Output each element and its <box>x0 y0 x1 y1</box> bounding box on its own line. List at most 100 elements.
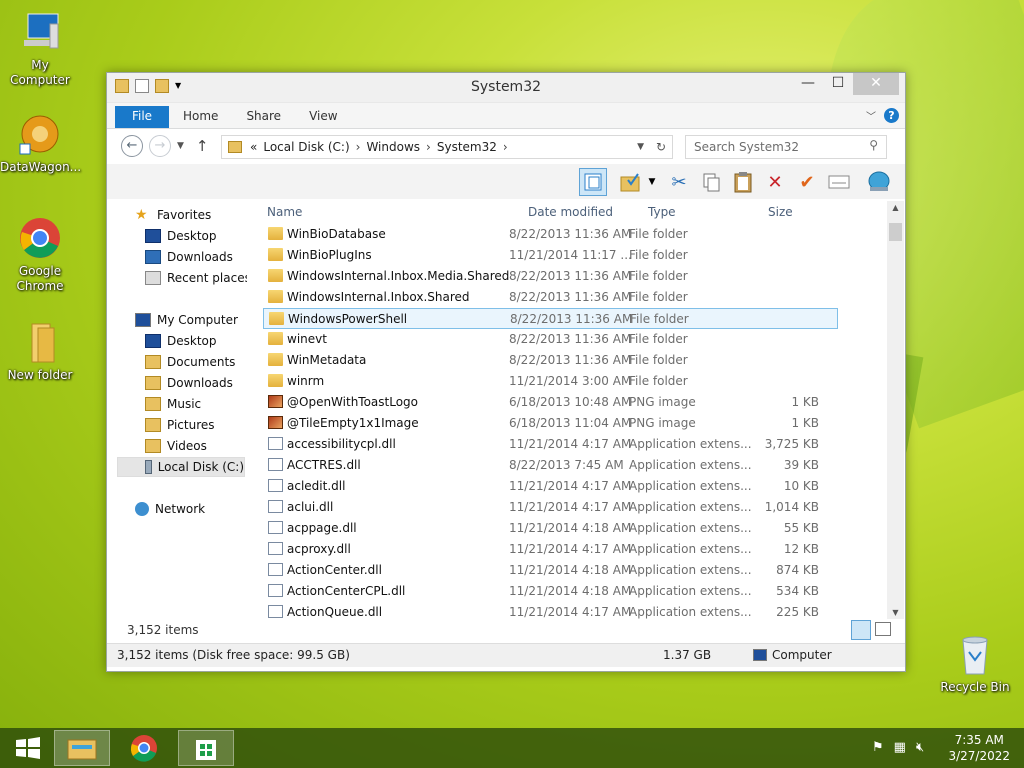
back-button[interactable]: ← <box>121 135 143 157</box>
details-view-button[interactable] <box>851 620 871 640</box>
refresh-icon[interactable]: ↻ <box>656 140 666 154</box>
breadcrumb-windows[interactable]: Windows <box>366 140 420 154</box>
tab-file[interactable]: File <box>115 106 169 128</box>
large-icons-view-button[interactable] <box>875 622 891 636</box>
nav-computer-videos[interactable]: Videos <box>145 436 207 456</box>
taskbar-store[interactable] <box>178 730 234 766</box>
table-row[interactable]: WindowsInternal.Inbox.Media.Shared 8/22/2… <box>263 266 838 287</box>
table-row[interactable]: winrm 11/21/2014 3:00 AM File folder <box>263 371 838 392</box>
address-bar[interactable]: « Local Disk (C:) › Windows › System32 ›… <box>221 135 673 159</box>
nav-computer-documents[interactable]: Documents <box>145 352 235 372</box>
paste-icon[interactable] <box>729 168 757 196</box>
help-icon[interactable]: ? <box>884 108 899 123</box>
vertical-scrollbar[interactable]: ▲ ▼ <box>887 201 904 619</box>
desktop-icon-recycle-bin[interactable]: Recycle Bin <box>935 632 1015 695</box>
table-row[interactable]: ActionCenterCPL.dll 11/21/2014 4:18 AM App… <box>263 581 838 602</box>
nav-computer-downloads[interactable]: Downloads <box>145 373 233 393</box>
nav-favorites-desktop[interactable]: Desktop <box>145 226 217 246</box>
nav-label: Desktop <box>167 334 217 348</box>
network-icon[interactable]: ▦ <box>894 740 906 755</box>
details-bar: 3,152 items (Disk free space: 99.5 GB) 1… <box>107 643 905 667</box>
nav-computer-local-disk[interactable]: Local Disk (C:) <box>117 457 245 477</box>
tab-share[interactable]: Share <box>232 106 295 128</box>
nav-computer-pictures[interactable]: Pictures <box>145 415 215 435</box>
column-header-size[interactable]: Size <box>768 205 793 219</box>
recycle-bin-icon <box>953 632 997 676</box>
table-row[interactable]: ActionQueue.dll 11/21/2014 4:17 AM Applica… <box>263 602 838 619</box>
nav-favorites[interactable]: ★ Favorites <box>135 205 211 225</box>
volume-muted-icon[interactable]: 🔇︎ <box>916 740 924 755</box>
table-row[interactable]: accessibilitycpl.dll 11/21/2014 4:17 AM Ap… <box>263 434 838 455</box>
globe-icon[interactable] <box>865 168 893 196</box>
tab-view[interactable]: View <box>295 106 351 128</box>
image-file-icon <box>268 395 283 408</box>
table-row[interactable]: aclui.dll 11/21/2014 4:17 AM Application e… <box>263 497 838 518</box>
image-file-icon <box>268 416 283 429</box>
action-center-flag-icon[interactable]: ⚑ <box>872 740 884 755</box>
cell-size: 12 KB <box>783 542 819 556</box>
nav-favorites-downloads[interactable]: Downloads <box>145 247 233 267</box>
nav-computer-desktop[interactable]: Desktop <box>145 331 217 351</box>
table-row[interactable]: acproxy.dll 11/21/2014 4:17 AM Application… <box>263 539 838 560</box>
cell-date: 8/22/2013 11:36 AM <box>509 269 632 283</box>
column-header-name[interactable]: Name <box>267 205 302 219</box>
downloads-icon <box>145 376 161 390</box>
nav-favorites-recent-places[interactable]: Recent places <box>145 268 251 288</box>
breadcrumb-local-disk[interactable]: Local Disk (C:) <box>263 140 349 154</box>
table-row[interactable]: @TileEmpty1x1Image 6/18/2013 11:04 AM PNG … <box>263 413 838 434</box>
taskbar-file-explorer[interactable] <box>54 730 110 766</box>
column-header-type[interactable]: Type <box>648 205 676 219</box>
table-row[interactable]: winevt 8/22/2013 11:36 AM File folder <box>263 329 838 350</box>
tab-home[interactable]: Home <box>169 106 232 128</box>
minimize-button[interactable]: — <box>793 73 823 95</box>
breadcrumb-system32[interactable]: System32 <box>437 140 497 154</box>
address-overflow[interactable]: « <box>250 140 257 154</box>
properties-icon[interactable] <box>825 168 853 196</box>
table-row[interactable]: ACCTRES.dll 8/22/2013 7:45 AM Application … <box>263 455 838 476</box>
cell-date: 11/21/2014 4:18 AM <box>509 563 632 577</box>
recent-locations-icon[interactable]: ▼ <box>177 141 184 151</box>
nav-computer-music[interactable]: Music <box>145 394 201 414</box>
table-row[interactable]: acledit.dll 11/21/2014 4:17 AM Application… <box>263 476 838 497</box>
expand-ribbon-icon[interactable]: ﹀ <box>866 108 876 123</box>
downloads-icon <box>145 250 161 264</box>
desktop-icon-new-folder[interactable]: New folder <box>0 320 80 383</box>
table-row[interactable]: @OpenWithToastLogo 6/18/2013 10:48 AM PNG … <box>263 392 838 413</box>
taskbar-chrome[interactable] <box>116 730 172 766</box>
clock[interactable]: 7:35 AM 3/27/2022 <box>948 732 1010 764</box>
column-header-date[interactable]: Date modified <box>528 205 613 219</box>
delete-icon[interactable]: ✕ <box>761 168 789 196</box>
desktop-icon-datawagon[interactable]: DataWagon... <box>0 112 81 175</box>
desktop-icon-google-chrome[interactable]: Google Chrome <box>0 216 80 294</box>
file-explorer-icon <box>67 739 97 760</box>
desktop-icon-my-computer[interactable]: My Computer <box>0 10 80 88</box>
nav-my-computer[interactable]: My Computer <box>135 310 238 330</box>
search-icon: ⚲ <box>869 138 878 152</box>
table-row[interactable]: WindowsInternal.Inbox.Shared 8/22/2013 11… <box>263 287 838 308</box>
search-input[interactable]: Search System32 ⚲ <box>685 135 887 159</box>
table-row[interactable]: ActionCenter.dll 11/21/2014 4:18 AM Applic… <box>263 560 838 581</box>
window-title: System32 <box>470 79 542 95</box>
chevron-down-icon[interactable]: ▼ <box>645 168 659 196</box>
select-folder-icon[interactable] <box>617 168 645 196</box>
nav-network[interactable]: Network <box>135 499 205 519</box>
scroll-down-icon[interactable]: ▼ <box>887 608 904 617</box>
table-row[interactable]: WinBioPlugIns 11/21/2014 11:17 ... File fo… <box>263 245 838 266</box>
nav-label: Local Disk (C:) <box>157 460 244 474</box>
table-row[interactable]: WindowsPowerShell 8/22/2013 11:36 AM File … <box>263 308 838 329</box>
scroll-thumb[interactable] <box>889 223 902 241</box>
forward-button[interactable]: → <box>149 135 171 157</box>
close-button[interactable]: ✕ <box>853 73 899 95</box>
table-row[interactable]: WinMetadata 8/22/2013 11:36 AM File folder <box>263 350 838 371</box>
up-button[interactable]: ↑ <box>196 137 209 155</box>
copy-icon[interactable] <box>697 168 725 196</box>
maximize-button[interactable]: ☐ <box>823 73 853 95</box>
preview-pane-button[interactable] <box>579 168 607 196</box>
cut-icon[interactable]: ✂ <box>665 168 693 196</box>
scroll-up-icon[interactable]: ▲ <box>887 203 904 212</box>
start-button[interactable] <box>0 730 56 766</box>
table-row[interactable]: WinBioDatabase 8/22/2013 11:36 AM File fol… <box>263 224 838 245</box>
rename-check-icon[interactable]: ✔ <box>793 168 821 196</box>
table-row[interactable]: acppage.dll 11/21/2014 4:18 AM Application… <box>263 518 838 539</box>
address-dropdown-icon[interactable]: ▼ <box>637 142 644 152</box>
